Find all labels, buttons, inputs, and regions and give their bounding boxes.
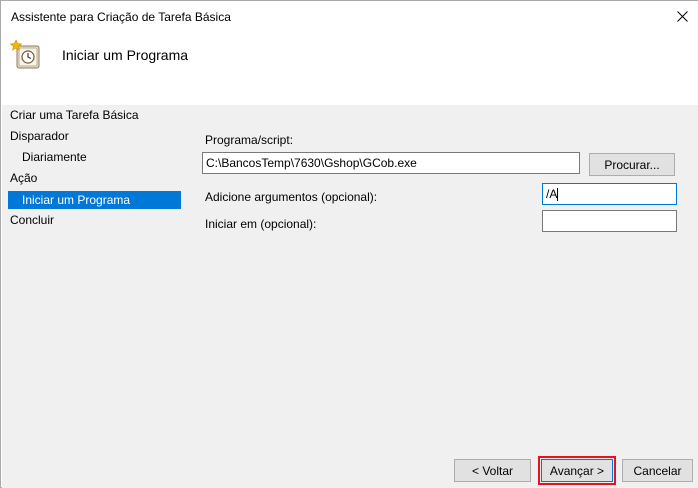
program-script-input[interactable]: C:\BancosTemp\7630\Gshop\GCob.exe [202,152,580,174]
wizard-header: Iniciar um Programa [1,33,698,105]
start-in-input[interactable] [542,210,677,232]
wizard-window: Assistente para Criação de Tarefa Básica… [0,0,698,488]
wizard-footer: < Voltar Avançar > Cancelar [2,451,698,488]
nav-step-action[interactable]: Ação [10,169,37,187]
cancel-button[interactable]: Cancelar [622,459,693,482]
browse-button[interactable]: Procurar... [589,153,675,176]
nav-step-start-program[interactable]: Iniciar um Programa [8,191,181,209]
text-caret [557,188,559,202]
wizard-body: Criar uma Tarefa Básica Disparador Diari… [2,105,698,451]
back-button[interactable]: < Voltar [454,459,531,482]
program-script-label: Programa/script: [205,133,294,147]
nav-step-daily[interactable]: Diariamente [22,148,87,166]
next-button[interactable]: Avançar > [541,459,613,482]
close-icon [676,10,688,22]
close-button[interactable] [665,1,698,31]
task-scheduler-clock-icon [10,39,40,69]
arguments-value: /A [546,187,558,201]
arguments-input[interactable]: /A [542,183,677,205]
start-in-label: Iniciar em (opcional): [205,217,317,231]
page-title: Iniciar um Programa [62,47,189,63]
title-bar: Assistente para Criação de Tarefa Básica [1,1,698,33]
arguments-label: Adicione argumentos (opcional): [205,190,378,204]
nav-step-create-task[interactable]: Criar uma Tarefa Básica [10,106,139,124]
nav-step-finish[interactable]: Concluir [10,211,54,229]
nav-step-trigger[interactable]: Disparador [10,127,69,145]
window-title: Assistente para Criação de Tarefa Básica [11,10,231,24]
